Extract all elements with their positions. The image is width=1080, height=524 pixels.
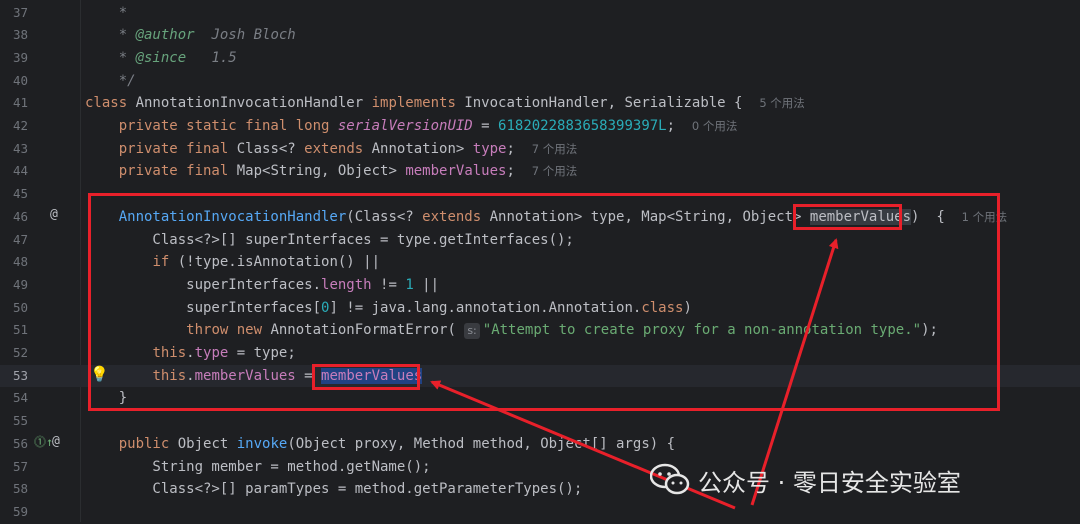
code-token: serialVersionUID — [337, 118, 473, 134]
line-number: 39 — [12, 49, 28, 65]
code-text: String member = method.getName(); — [85, 456, 431, 479]
code-text: * @since 1.5 — [85, 47, 237, 70]
override-at-icon[interactable]: @ — [50, 204, 58, 227]
code-token: * — [85, 27, 136, 44]
line-number: 52 — [12, 345, 28, 360]
code-token: private final — [118, 163, 237, 180]
code-line[interactable]: 40 */ — [0, 70, 1080, 93]
code-token: Object — [177, 435, 237, 452]
line-number: 44 — [12, 163, 28, 179]
code-text: * @author Josh Bloch — [85, 24, 296, 47]
line-number: 57 — [12, 458, 28, 474]
line-number: 48 — [12, 254, 28, 270]
code-token: String member = method.getName(); — [85, 458, 431, 475]
line-number: 46 — [12, 208, 28, 224]
code-line[interactable]: 42 private static final long serialVersi… — [0, 115, 1080, 138]
line-number: 41 — [12, 95, 28, 111]
code-token: InvocationHandler, Serializable { — [464, 95, 760, 112]
code-token: @author — [135, 27, 195, 44]
code-token: Class<?>[] paramTypes = method.getParame… — [85, 481, 583, 498]
code-line[interactable]: 43 private final Class<? extends Annotat… — [0, 138, 1080, 161]
code-token: * — [85, 4, 128, 21]
code-token: 6182022883658399397L — [498, 118, 667, 134]
implements-method-icon[interactable]: ⓵↑ — [34, 431, 53, 454]
line-number: 59 — [12, 503, 28, 519]
code-token: Josh Bloch — [194, 27, 296, 44]
code-token: 0 个用法 — [691, 119, 738, 133]
code-token: 5 个用法 — [759, 96, 805, 111]
line-number: 54 — [12, 390, 28, 406]
code-token: type — [472, 140, 507, 157]
code-text: */ — [85, 70, 136, 93]
line-number: 40 — [12, 72, 28, 88]
code-token: ; — [666, 118, 692, 134]
line-number: 38 — [12, 27, 28, 43]
override-at-icon-2[interactable]: @ — [52, 431, 60, 454]
code-token: implements — [371, 95, 465, 112]
code-token: = — [472, 118, 499, 134]
code-text: class AnnotationInvocationHandler implem… — [85, 92, 805, 115]
code-token: private final — [118, 140, 237, 157]
code-token: * — [85, 49, 136, 66]
code-token: class — [85, 95, 136, 112]
line-number: 37 — [12, 4, 28, 20]
line-number: 56 — [12, 435, 28, 451]
code-text: Class<?>[] paramTypes = method.getParame… — [85, 478, 582, 501]
line-number: 55 — [12, 413, 28, 429]
line-number: 43 — [12, 140, 28, 156]
code-token: public — [118, 435, 178, 452]
code-text: public Object invoke(Object proxy, Metho… — [85, 433, 675, 456]
code-token: */ — [85, 72, 136, 89]
code-token: extends — [304, 140, 372, 157]
code-token: invoke — [236, 435, 288, 452]
code-line[interactable]: 59 — [0, 501, 1080, 524]
line-number: 58 — [12, 481, 28, 497]
code-token: ; — [506, 140, 532, 157]
code-token: (Object proxy, Method method, Object[] a… — [287, 435, 676, 452]
code-text: private final Map<String, Object> member… — [85, 160, 578, 183]
line-number: 47 — [12, 231, 28, 247]
line-number: 42 — [12, 118, 28, 133]
code-token: Annotation> — [371, 140, 473, 157]
line-number: 53 — [12, 367, 28, 383]
code-text: private static final long serialVersionU… — [85, 115, 738, 138]
line-number: 49 — [12, 276, 28, 292]
code-token: 1.5 — [186, 49, 237, 66]
watermark-text: 公众号 · 零日安全实验室 — [698, 468, 961, 497]
line-number: 51 — [12, 322, 28, 338]
code-text: private final Class<? extends Annotation… — [85, 138, 578, 161]
line-number: 45 — [12, 186, 28, 202]
code-line[interactable]: 55 — [0, 410, 1080, 433]
code-line[interactable]: 39 * @since 1.5 — [0, 47, 1080, 70]
code-token: AnnotationInvocationHandler — [135, 95, 372, 112]
wechat-icon — [650, 463, 690, 495]
code-editor[interactable]: 37 * 38 * @author Josh Bloch 39 * @since 1… — [0, 0, 1080, 522]
code-token: private static final long — [118, 118, 338, 134]
code-line[interactable]: 56 public Object invoke(Object proxy, Me… — [0, 433, 1080, 456]
code-token: Map<String, Object> — [236, 163, 406, 180]
code-line[interactable]: 44 private final Map<String, Object> mem… — [0, 160, 1080, 183]
code-line[interactable]: 41 class AnnotationInvocationHandler impl… — [0, 92, 1080, 115]
code-token: 7 个用法 — [531, 164, 578, 179]
code-text: * — [85, 2, 127, 25]
code-token: ; — [506, 163, 532, 180]
code-token: 7 个用法 — [531, 141, 578, 156]
code-token: memberValues — [405, 163, 507, 180]
watermark: 公众号 · 零日安全实验室 — [650, 460, 961, 500]
code-line[interactable]: 38 * @author Josh Bloch — [0, 24, 1080, 47]
code-token: @since — [135, 49, 187, 66]
assignment-highlight-box — [312, 364, 420, 390]
line-number: 50 — [12, 299, 28, 315]
code-token: Class<? — [236, 140, 305, 157]
param-highlight-box — [793, 204, 902, 230]
code-line[interactable]: 37 * — [0, 2, 1080, 25]
